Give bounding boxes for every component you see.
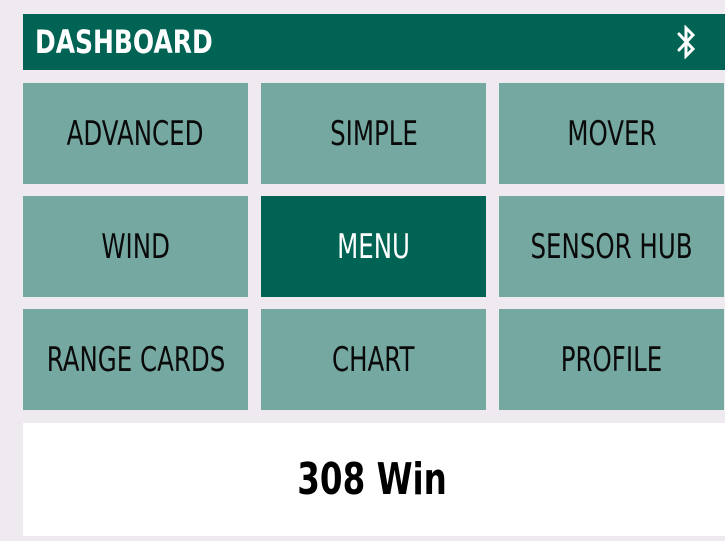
sensor-hub-button-label: SENSOR HUB	[530, 226, 693, 267]
page-title: DASHBOARD	[35, 23, 213, 61]
dashboard-screen: DASHBOARD ADVANCED SIMPLE MOVER WIND MEN…	[0, 0, 725, 541]
menu-button-label: MENU	[337, 226, 410, 267]
header-bar: DASHBOARD	[23, 14, 725, 70]
range-cards-button[interactable]: RANGE CARDS	[23, 309, 248, 410]
range-cards-button-label: RANGE CARDS	[46, 339, 225, 380]
advanced-button[interactable]: ADVANCED	[23, 83, 248, 184]
wind-button[interactable]: WIND	[23, 196, 248, 297]
profile-button-label: PROFILE	[560, 339, 663, 380]
simple-button-label: SIMPLE	[329, 113, 418, 154]
current-profile-panel[interactable]: 308 Win	[23, 423, 725, 536]
wind-button-label: WIND	[101, 226, 170, 267]
menu-button[interactable]: MENU	[261, 196, 486, 297]
profile-button[interactable]: PROFILE	[499, 309, 724, 410]
current-profile-name: 308 Win	[297, 454, 447, 505]
menu-grid: ADVANCED SIMPLE MOVER WIND MENU SENSOR H…	[23, 83, 725, 410]
advanced-button-label: ADVANCED	[67, 113, 204, 154]
bluetooth-icon[interactable]	[675, 24, 699, 60]
chart-button-label: CHART	[332, 339, 415, 380]
sensor-hub-button[interactable]: SENSOR HUB	[499, 196, 724, 297]
mover-button-label: MOVER	[566, 113, 657, 154]
mover-button[interactable]: MOVER	[499, 83, 724, 184]
chart-button[interactable]: CHART	[261, 309, 486, 410]
simple-button[interactable]: SIMPLE	[261, 83, 486, 184]
